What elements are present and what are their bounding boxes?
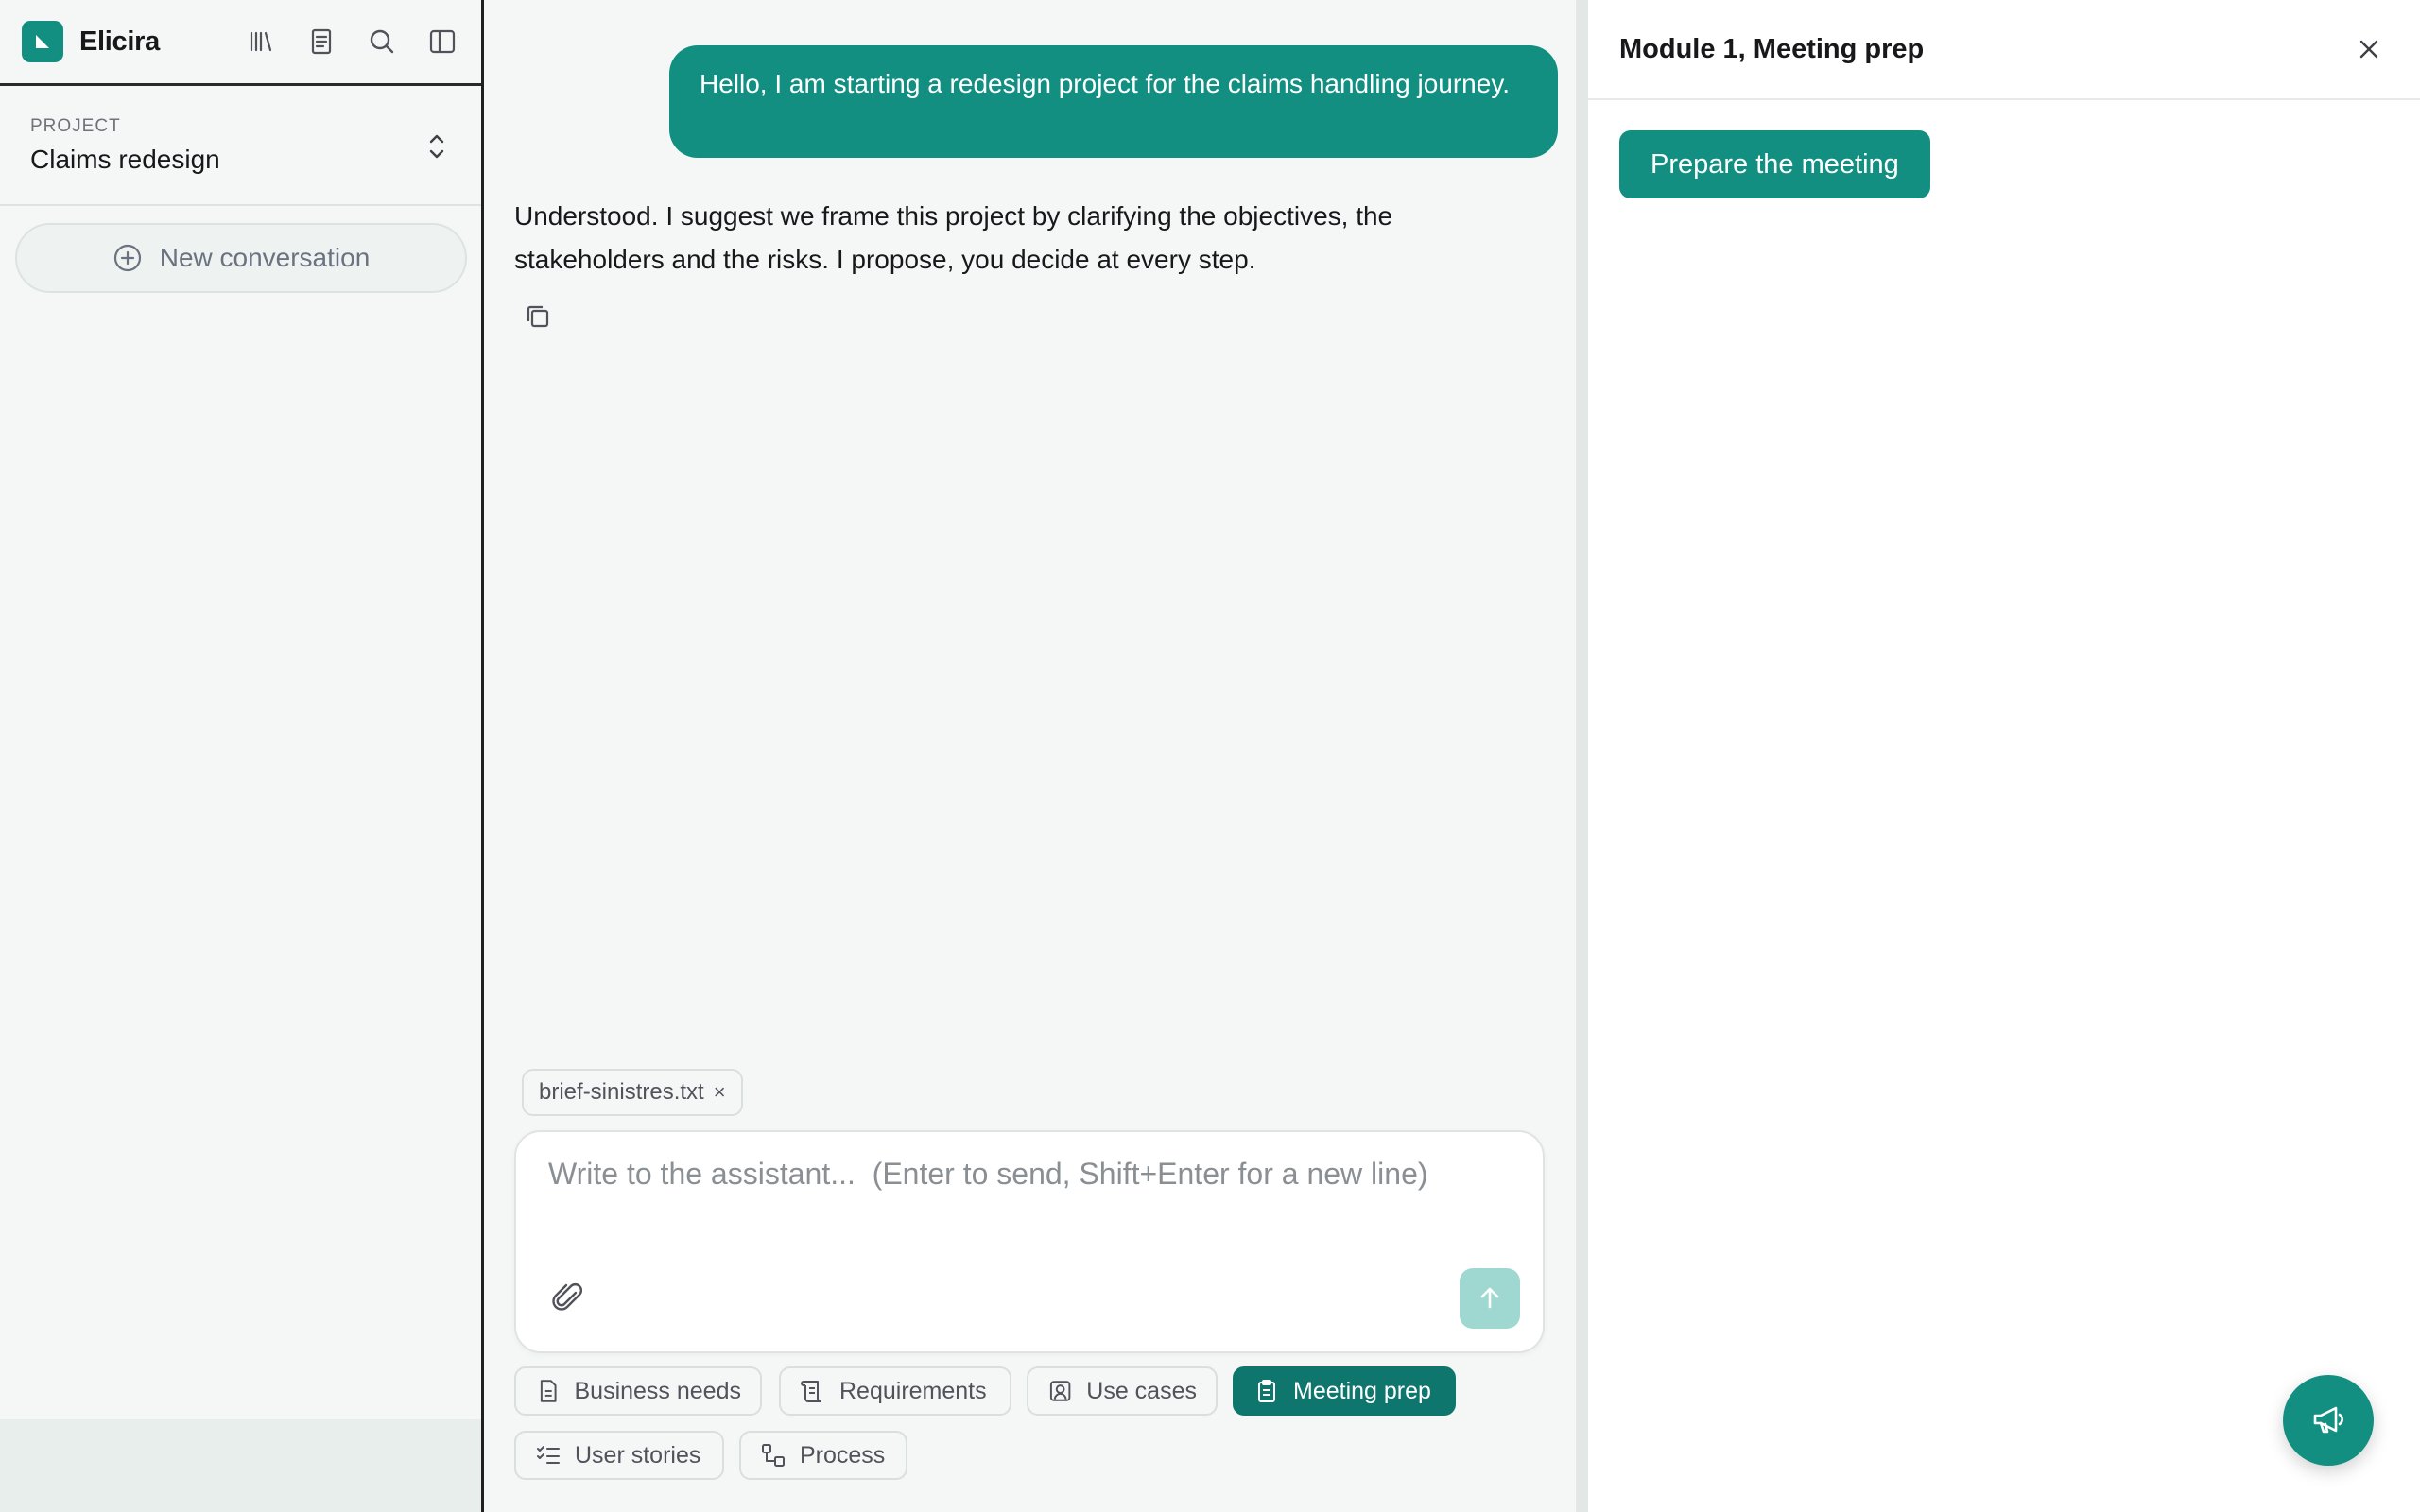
scroll-icon bbox=[801, 1381, 821, 1402]
arrow-up-icon bbox=[1480, 1287, 1499, 1309]
module-process-button[interactable]: Process bbox=[739, 1431, 908, 1480]
assistant-message: Understood. I suggest we frame this proj… bbox=[514, 201, 1393, 274]
sidebar-toggle-icon[interactable] bbox=[425, 25, 459, 59]
feedback-button[interactable] bbox=[2283, 1375, 2374, 1466]
new-conversation-button[interactable]: New conversation bbox=[15, 223, 467, 293]
sidebar: Elicira PROJECT Claims redesign New conv… bbox=[0, 0, 484, 1512]
notes-icon[interactable] bbox=[304, 25, 338, 59]
module-meeting-prep-button[interactable]: Meeting prep bbox=[1233, 1366, 1456, 1416]
user-message: Hello, I am starting a redesign project … bbox=[669, 45, 1558, 158]
close-icon[interactable] bbox=[2350, 30, 2388, 68]
module-label: Requirements bbox=[839, 1377, 987, 1404]
document-icon bbox=[540, 1380, 557, 1402]
attachment-chip: brief-sinistres.txt × bbox=[522, 1069, 743, 1116]
module-label: User stories bbox=[575, 1441, 701, 1469]
panel-divider[interactable] bbox=[1576, 0, 1588, 1512]
module-business-needs-button[interactable]: Business needs bbox=[514, 1366, 762, 1416]
flow-icon bbox=[762, 1444, 785, 1467]
message-input[interactable] bbox=[546, 1155, 1505, 1234]
app-name: Elicira bbox=[79, 26, 160, 57]
module-label: Business needs bbox=[574, 1377, 741, 1404]
attachment-name: brief-sinistres.txt bbox=[539, 1079, 704, 1105]
prepare-meeting-button[interactable]: Prepare the meeting bbox=[1619, 130, 1930, 198]
panel-header: Module 1, Meeting prep bbox=[1588, 0, 2420, 100]
send-button[interactable] bbox=[1460, 1268, 1520, 1329]
project-name: Claims redesign bbox=[30, 145, 220, 174]
copy-icon[interactable] bbox=[522, 301, 560, 338]
module-use-cases-button[interactable]: Use cases bbox=[1027, 1366, 1218, 1416]
panel-title: Module 1, Meeting prep bbox=[1619, 33, 1925, 64]
module-label: Process bbox=[800, 1441, 886, 1469]
search-icon[interactable] bbox=[365, 25, 399, 59]
library-icon[interactable] bbox=[244, 25, 278, 59]
remove-attachment-button[interactable]: × bbox=[714, 1080, 726, 1105]
sidebar-header: Elicira bbox=[0, 0, 481, 86]
user-card-icon bbox=[1049, 1381, 1071, 1401]
logo-icon bbox=[22, 21, 63, 62]
chevron-up-down-icon[interactable] bbox=[423, 129, 451, 163]
chat-area: Hello, I am starting a redesign project … bbox=[484, 0, 1576, 1512]
checklist-icon bbox=[537, 1446, 560, 1464]
module-user-stories-button[interactable]: User stories bbox=[514, 1431, 724, 1480]
sidebar-footer bbox=[0, 1419, 481, 1512]
paperclip-icon[interactable] bbox=[550, 1280, 590, 1319]
project-kicker: PROJECT bbox=[30, 116, 121, 136]
module-label: Meeting prep bbox=[1293, 1377, 1431, 1404]
megaphone-icon bbox=[2313, 1406, 2343, 1434]
module-requirements-button[interactable]: Requirements bbox=[779, 1366, 1011, 1416]
clipboard-icon bbox=[1258, 1380, 1275, 1402]
project-selector[interactable]: PROJECT Claims redesign bbox=[0, 86, 481, 206]
new-conversation-label: New conversation bbox=[159, 243, 371, 272]
module-label: Use cases bbox=[1086, 1377, 1197, 1404]
module-panel: Module 1, Meeting prep Prepare the meeti… bbox=[1588, 0, 2420, 1512]
plus-circle-icon bbox=[113, 244, 141, 272]
composer bbox=[514, 1130, 1545, 1353]
